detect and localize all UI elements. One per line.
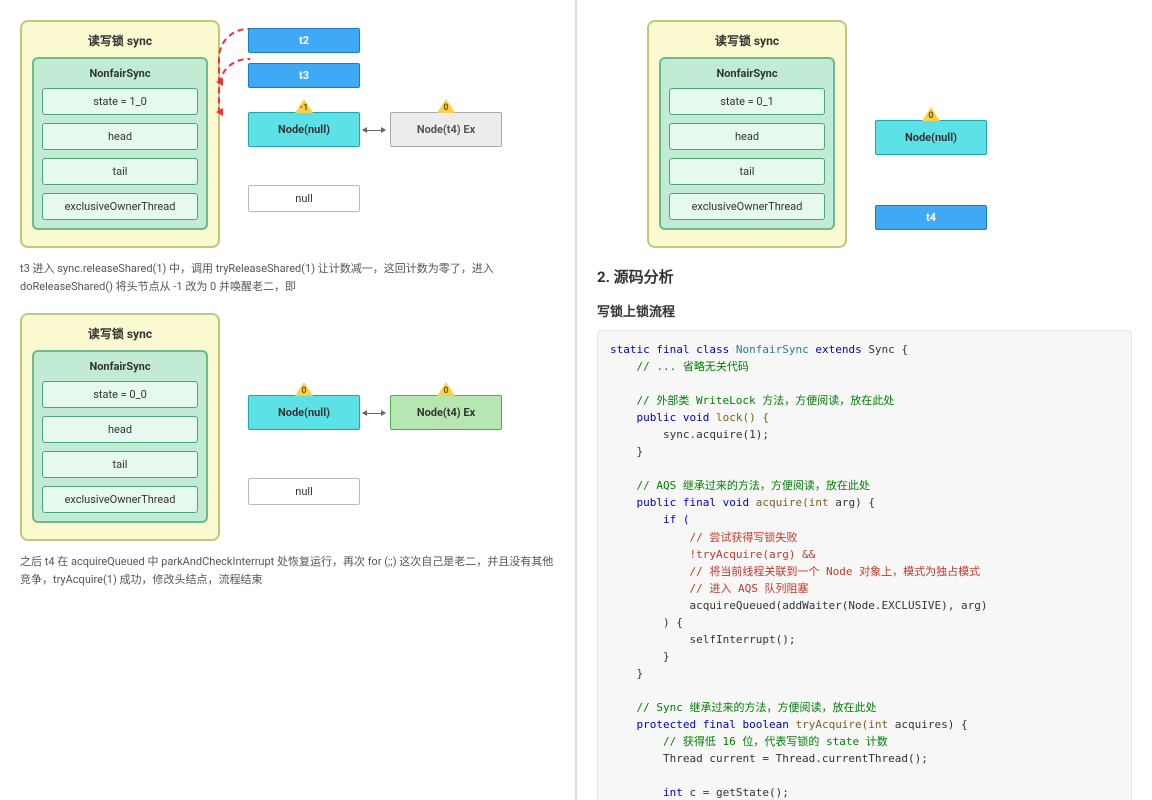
node-label: Node(null) <box>278 123 330 136</box>
sync-box: 读写锁 sync NonfairSync state = 1_0 head ta… <box>20 20 220 248</box>
triangle-label: 0 <box>301 386 306 396</box>
paragraph: 之后 t4 在 acquireQueued 中 parkAndCheckInte… <box>20 553 555 588</box>
diagram-1: 读写锁 sync NonfairSync state = 1_0 head ta… <box>20 20 555 248</box>
node-label: Node(null) <box>905 131 957 144</box>
cell-exowner: exclusiveOwnerThread <box>42 486 198 513</box>
thread-box: t2 <box>248 28 360 53</box>
null-box: null <box>248 185 360 212</box>
null-box: null <box>248 478 360 505</box>
nonfair-box: NonfairSync state = 1_0 head tail exclus… <box>32 57 208 230</box>
diagram-rcol: 0 Node(null) t4 <box>875 20 987 230</box>
code-block: static final class NonfairSync extends S… <box>597 330 1132 800</box>
diagram-2: 读写锁 sync NonfairSync state = 0_0 head ta… <box>20 313 555 541</box>
node-head: 0 Node(null) <box>875 120 987 155</box>
node-head: -1 Node(null) <box>248 112 360 147</box>
triangle-label: -1 <box>300 103 309 113</box>
node-label: Node(t4) Ex <box>417 406 475 419</box>
thread-box: t4 <box>875 205 987 230</box>
cell-state: state = 0_1 <box>669 88 825 115</box>
diagram-rcol: 0 Node(null) 0 Node(t4) Ex null <box>248 313 502 505</box>
sync-title: 读写锁 sync <box>659 32 835 49</box>
left-page: 读写锁 sync NonfairSync state = 1_0 head ta… <box>0 0 577 800</box>
triangle-label: 0 <box>928 111 933 121</box>
double-arrow-icon <box>363 130 385 131</box>
cell-tail: tail <box>669 158 825 185</box>
nonfair-title: NonfairSync <box>42 67 198 80</box>
nonfair-title: NonfairSync <box>669 67 825 80</box>
cell-tail: tail <box>42 158 198 185</box>
right-page: 读写锁 sync NonfairSync state = 0_1 head ta… <box>577 0 1152 800</box>
nonfair-title: NonfairSync <box>42 360 198 373</box>
cell-state: state = 1_0 <box>42 88 198 115</box>
cell-exowner: exclusiveOwnerThread <box>669 193 825 220</box>
node-t4: 0 Node(t4) Ex <box>390 395 502 430</box>
nonfair-box: NonfairSync state = 0_1 head tail exclus… <box>659 57 835 230</box>
triangle-label: 0 <box>443 103 448 113</box>
paragraph: t3 进入 sync.releaseShared(1) 中，调用 tryRele… <box>20 260 555 295</box>
diagram-3: 读写锁 sync NonfairSync state = 0_1 head ta… <box>647 20 1132 248</box>
cell-state: state = 0_0 <box>42 381 198 408</box>
sync-title: 读写锁 sync <box>32 32 208 49</box>
thread-box: t3 <box>248 63 360 88</box>
sync-box: 读写锁 sync NonfairSync state = 0_0 head ta… <box>20 313 220 541</box>
arrowhead-icon <box>216 108 223 116</box>
node-label: Node(t4) Ex <box>417 123 475 136</box>
node-t4: 0 Node(t4) Ex <box>390 112 502 147</box>
cell-exowner: exclusiveOwnerThread <box>42 193 198 220</box>
sync-box: 读写锁 sync NonfairSync state = 0_1 head ta… <box>647 20 847 248</box>
cell-tail: tail <box>42 451 198 478</box>
triangle-label: 0 <box>443 386 448 396</box>
nonfair-box: NonfairSync state = 0_0 head tail exclus… <box>32 350 208 523</box>
sync-title: 读写锁 sync <box>32 325 208 342</box>
cell-head: head <box>669 123 825 150</box>
node-label: Node(null) <box>278 406 330 419</box>
cell-head: head <box>42 416 198 443</box>
diagram-rcol: t2 t3 -1 Node(null) 0 Node(t4) Ex n <box>248 20 502 212</box>
heading-2: 2. 源码分析 <box>597 266 1132 287</box>
cell-head: head <box>42 123 198 150</box>
double-arrow-icon <box>363 413 385 414</box>
heading-3: 写锁上锁流程 <box>597 301 1132 320</box>
node-head: 0 Node(null) <box>248 395 360 430</box>
